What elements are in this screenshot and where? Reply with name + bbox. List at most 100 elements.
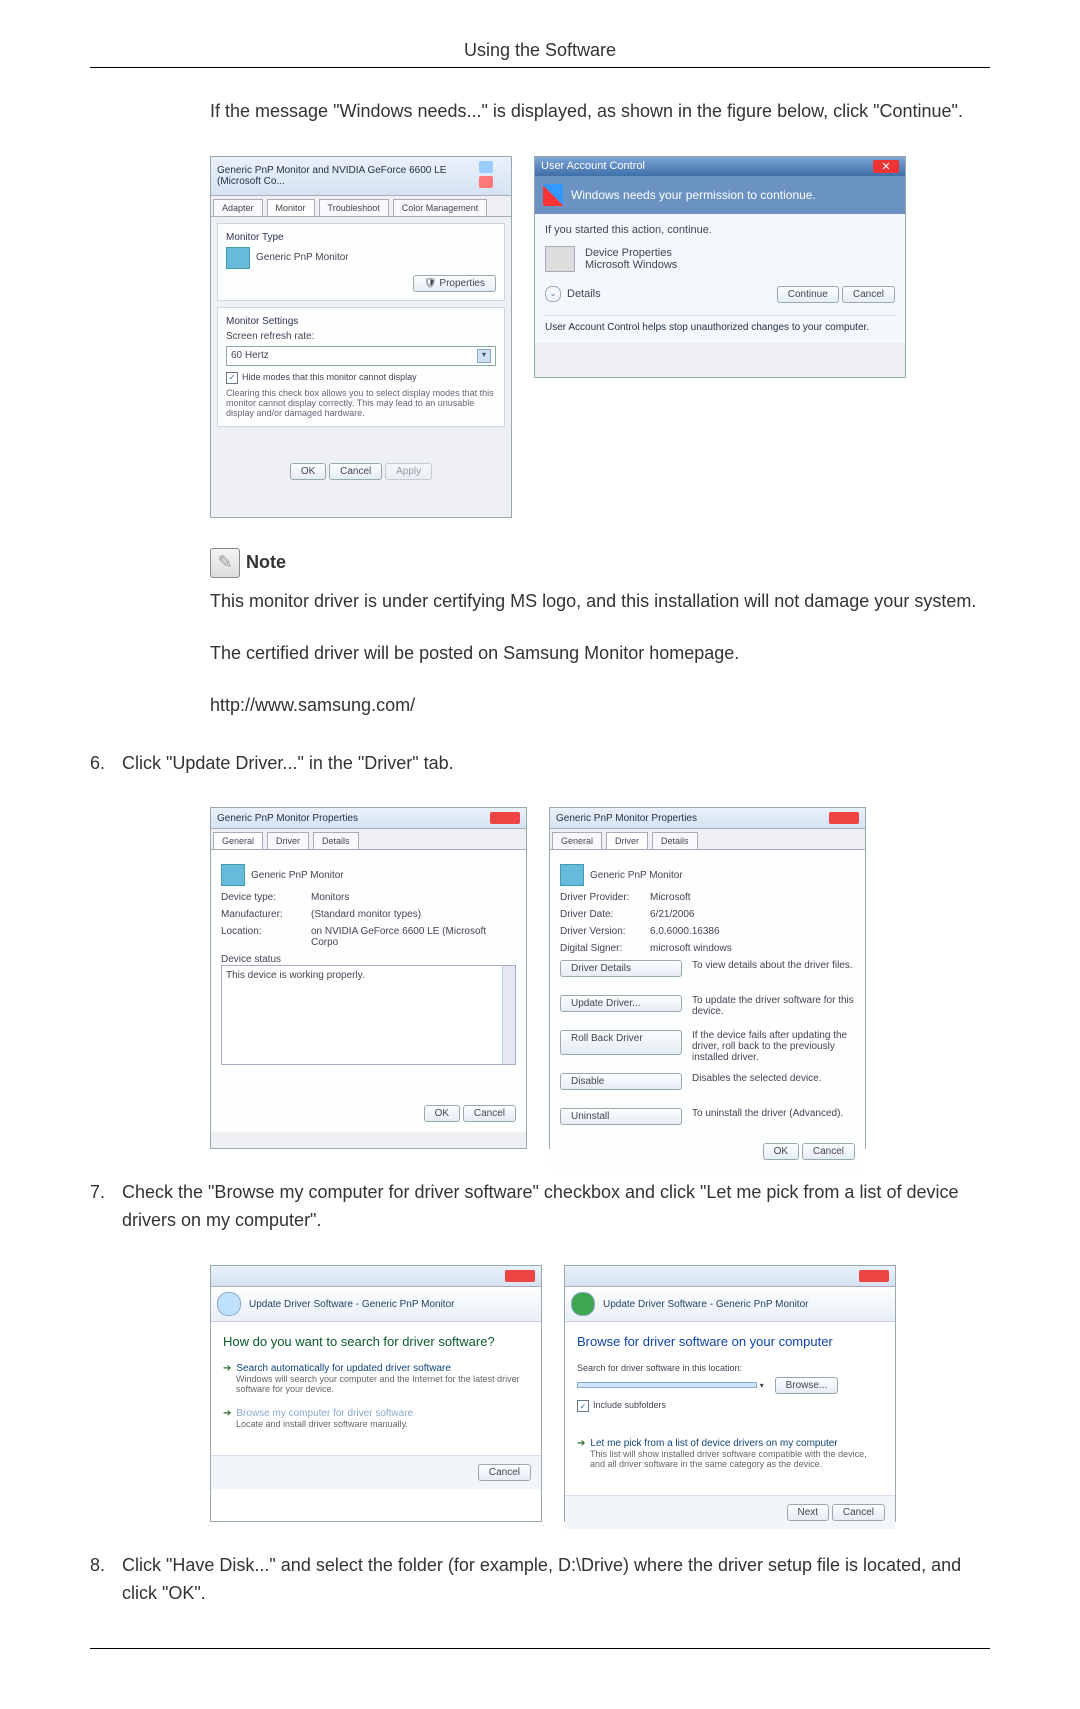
note-icon: ✎	[210, 548, 240, 578]
kv-key: Driver Version:	[560, 926, 650, 937]
tab-color-mgmt[interactable]: Color Management	[393, 199, 488, 216]
kv-key: Location:	[221, 926, 311, 948]
apply-button[interactable]: Apply	[385, 463, 432, 480]
close-icon[interactable]: ✕	[873, 160, 899, 173]
kv-key: Device type:	[221, 892, 311, 903]
step-text: Check the "Browse my computer for driver…	[122, 1179, 990, 1235]
window-title: Generic PnP Monitor Properties	[217, 813, 358, 824]
window-buttons[interactable]	[505, 1270, 535, 1282]
uac-publisher: Microsoft Windows	[585, 259, 677, 271]
back-icon[interactable]	[217, 1292, 241, 1316]
driver-action-desc: To uninstall the driver (Advanced).	[692, 1108, 855, 1133]
driver-action-desc: To view details about the driver files.	[692, 960, 855, 985]
figure-wizard-search: Update Driver Software - Generic PnP Mon…	[210, 1265, 542, 1522]
uac-message: Windows needs your permission to contion…	[571, 188, 816, 202]
uac-details-label[interactable]: Details	[567, 288, 601, 300]
page-title: Using the Software	[90, 40, 990, 68]
refresh-rate-label: Screen refresh rate:	[226, 331, 496, 342]
tab-adapter[interactable]: Adapter	[213, 199, 263, 216]
monitor-icon	[221, 864, 245, 886]
kv-val: (Standard monitor types)	[311, 909, 516, 920]
cancel-button[interactable]: Cancel	[463, 1105, 516, 1122]
monitor-type-value: Generic PnP Monitor	[256, 252, 349, 263]
ok-button[interactable]: OK	[424, 1105, 460, 1122]
tab-details[interactable]: Details	[313, 832, 359, 849]
tab-general[interactable]: General	[213, 832, 263, 849]
step-number: 6.	[90, 750, 122, 778]
chevron-down-icon: ▾	[477, 349, 491, 363]
tab-driver[interactable]: Driver	[267, 832, 309, 849]
window-buttons[interactable]	[490, 812, 520, 824]
note-url: http://www.samsung.com/	[210, 692, 990, 720]
cancel-button[interactable]: Cancel	[329, 463, 382, 480]
uac-started: If you started this action, continue.	[545, 224, 895, 236]
kv-val: microsoft windows	[650, 943, 855, 954]
kv-key: Manufacturer:	[221, 909, 311, 920]
uac-title: User Account Control	[541, 160, 645, 172]
cancel-button[interactable]: Cancel	[842, 286, 895, 303]
continue-button[interactable]: Continue	[777, 286, 839, 303]
hide-modes-desc: Clearing this check box allows you to se…	[226, 388, 496, 418]
tab-details[interactable]: Details	[652, 832, 698, 849]
kv-val: 6/21/2006	[650, 909, 855, 920]
step-text: Click "Update Driver..." in the "Driver"…	[122, 750, 990, 778]
include-subfolders-label: Include subfolders	[593, 1400, 666, 1410]
window-title: Generic PnP Monitor Properties	[556, 813, 697, 824]
include-subfolders-checkbox[interactable]: ✓	[577, 1400, 589, 1412]
note-p1: This monitor driver is under certifying …	[210, 588, 990, 616]
option-let-me-pick[interactable]: ➔Let me pick from a list of device drive…	[577, 1438, 883, 1449]
properties-button[interactable]: 🛡 Properties	[413, 275, 496, 292]
figure-props-general: Generic PnP Monitor Properties General D…	[210, 807, 527, 1149]
driver-action-button[interactable]: Driver Details	[560, 960, 682, 977]
cancel-button[interactable]: Cancel	[478, 1464, 531, 1481]
intro-text: If the message "Windows needs..." is dis…	[210, 98, 990, 126]
arrow-icon: ➔	[577, 1438, 585, 1449]
monitor-settings-header: Monitor Settings	[226, 316, 496, 327]
driver-action-desc: If the device fails after updating the d…	[692, 1030, 855, 1063]
path-input[interactable]	[577, 1382, 757, 1388]
device-status-box: This device is working properly.	[221, 965, 516, 1065]
uac-prog-name: Device Properties	[585, 247, 677, 259]
tab-general[interactable]: General	[552, 832, 602, 849]
window-buttons[interactable]	[477, 161, 505, 191]
figure-monitor-properties: Generic PnP Monitor and NVIDIA GeForce 6…	[210, 156, 512, 518]
option-desc: Windows will search your computer and th…	[236, 1374, 529, 1394]
cancel-button[interactable]: Cancel	[802, 1143, 855, 1160]
option-browse[interactable]: ➔Browse my computer for driver software	[223, 1408, 529, 1419]
monitor-icon	[226, 247, 250, 269]
next-button[interactable]: Next	[787, 1504, 830, 1521]
option-search-auto[interactable]: ➔Search automatically for updated driver…	[223, 1363, 529, 1374]
figure-uac: User Account Control ✕ Windows needs you…	[534, 156, 906, 378]
window-buttons[interactable]	[829, 812, 859, 824]
kv-key: Driver Provider:	[560, 892, 650, 903]
step-number: 7.	[90, 1179, 122, 1235]
step-text: Click "Have Disk..." and select the fold…	[122, 1552, 990, 1608]
scrollbar[interactable]	[502, 966, 515, 1064]
driver-action-button[interactable]: Disable	[560, 1073, 682, 1090]
tab-troubleshoot[interactable]: Troubleshoot	[319, 199, 389, 216]
monitor-type-header: Monitor Type	[226, 232, 496, 243]
device-name: Generic PnP Monitor	[251, 870, 344, 881]
cancel-button[interactable]: Cancel	[832, 1504, 885, 1521]
ok-button[interactable]: OK	[763, 1143, 799, 1160]
monitor-icon	[560, 864, 584, 886]
window-buttons[interactable]	[859, 1270, 889, 1282]
back-icon[interactable]	[571, 1292, 595, 1316]
ok-button[interactable]: OK	[290, 463, 326, 480]
kv-val: Microsoft	[650, 892, 855, 903]
figure-wizard-browse: Update Driver Software - Generic PnP Mon…	[564, 1265, 896, 1522]
chevron-down-icon[interactable]: ⌄	[545, 286, 561, 302]
driver-action-button[interactable]: Update Driver...	[560, 995, 682, 1012]
driver-action-button[interactable]: Uninstall	[560, 1108, 682, 1125]
tab-driver[interactable]: Driver	[606, 832, 648, 849]
refresh-rate-select[interactable]: 60 Hertz▾	[226, 346, 496, 366]
hide-modes-checkbox[interactable]: ✓	[226, 372, 238, 384]
driver-action-button[interactable]: Roll Back Driver	[560, 1030, 682, 1055]
wizard-heading: Browse for driver software on your compu…	[577, 1334, 883, 1349]
tab-monitor[interactable]: Monitor	[267, 199, 315, 216]
option-desc: This list will show installed driver sof…	[590, 1449, 883, 1469]
figure-props-driver: Generic PnP Monitor Properties General D…	[549, 807, 866, 1149]
browse-button[interactable]: Browse...	[775, 1377, 839, 1394]
search-location-label: Search for driver software in this locat…	[577, 1363, 883, 1373]
arrow-icon: ➔	[223, 1363, 231, 1374]
